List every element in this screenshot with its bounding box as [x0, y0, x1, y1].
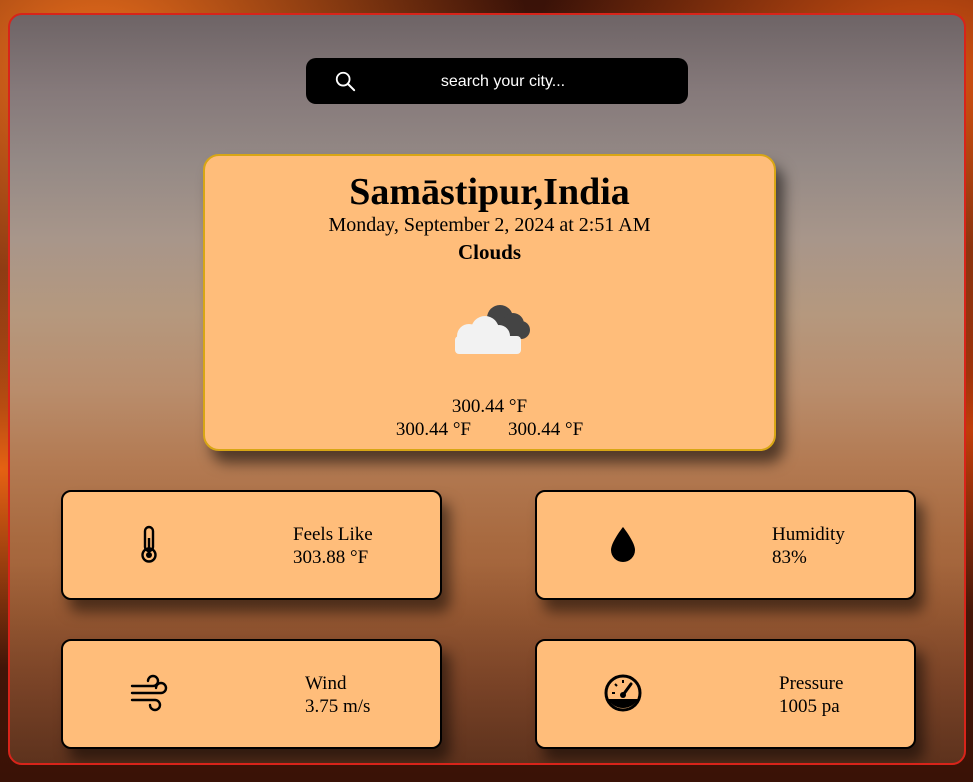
search-icon[interactable]: [334, 70, 356, 92]
max-temperature: 300.44 °F: [508, 419, 584, 440]
humidity-card: Humidity 83%: [535, 490, 916, 600]
thermometer-icon: [141, 525, 157, 563]
humidity-value: 83%: [772, 547, 807, 568]
weather-condition: Clouds: [457, 240, 522, 264]
app-frame: Samāstipur,India Monday, September 2, 20…: [8, 13, 966, 765]
humidity-label: Humidity: [772, 524, 845, 545]
wind-value: 3.75 m/s: [305, 696, 371, 717]
current-weather-card: Samāstipur,India Monday, September 2, 20…: [203, 154, 776, 451]
cloud-icon: [455, 305, 530, 354]
feels-like-card: Feels Like 303.88 °F: [61, 490, 442, 600]
min-max-temperature: 300.44 °F 300.44 °F: [205, 419, 774, 441]
search-input[interactable]: [366, 58, 640, 106]
wind-icon: [130, 674, 168, 712]
gauge-icon: [604, 674, 642, 712]
search-bar: [306, 58, 688, 106]
city-name: Samāstipur,India: [349, 171, 630, 213]
wind-card: Wind 3.75 m/s: [61, 639, 442, 749]
temperature: 300.44 °F: [451, 396, 528, 417]
feels-like-value: 303.88 °F: [293, 547, 369, 568]
pressure-label: Pressure: [779, 673, 844, 694]
feels-like-label: Feels Like: [293, 524, 373, 545]
pressure-card: Pressure 1005 pa: [535, 639, 916, 749]
pressure-value: 1005 pa: [779, 696, 840, 717]
min-temperature: 300.44 °F: [395, 419, 471, 440]
date-time: Monday, September 2, 2024 at 2:51 AM: [328, 214, 651, 236]
wind-label: Wind: [305, 673, 347, 694]
droplet-icon: [611, 527, 635, 562]
